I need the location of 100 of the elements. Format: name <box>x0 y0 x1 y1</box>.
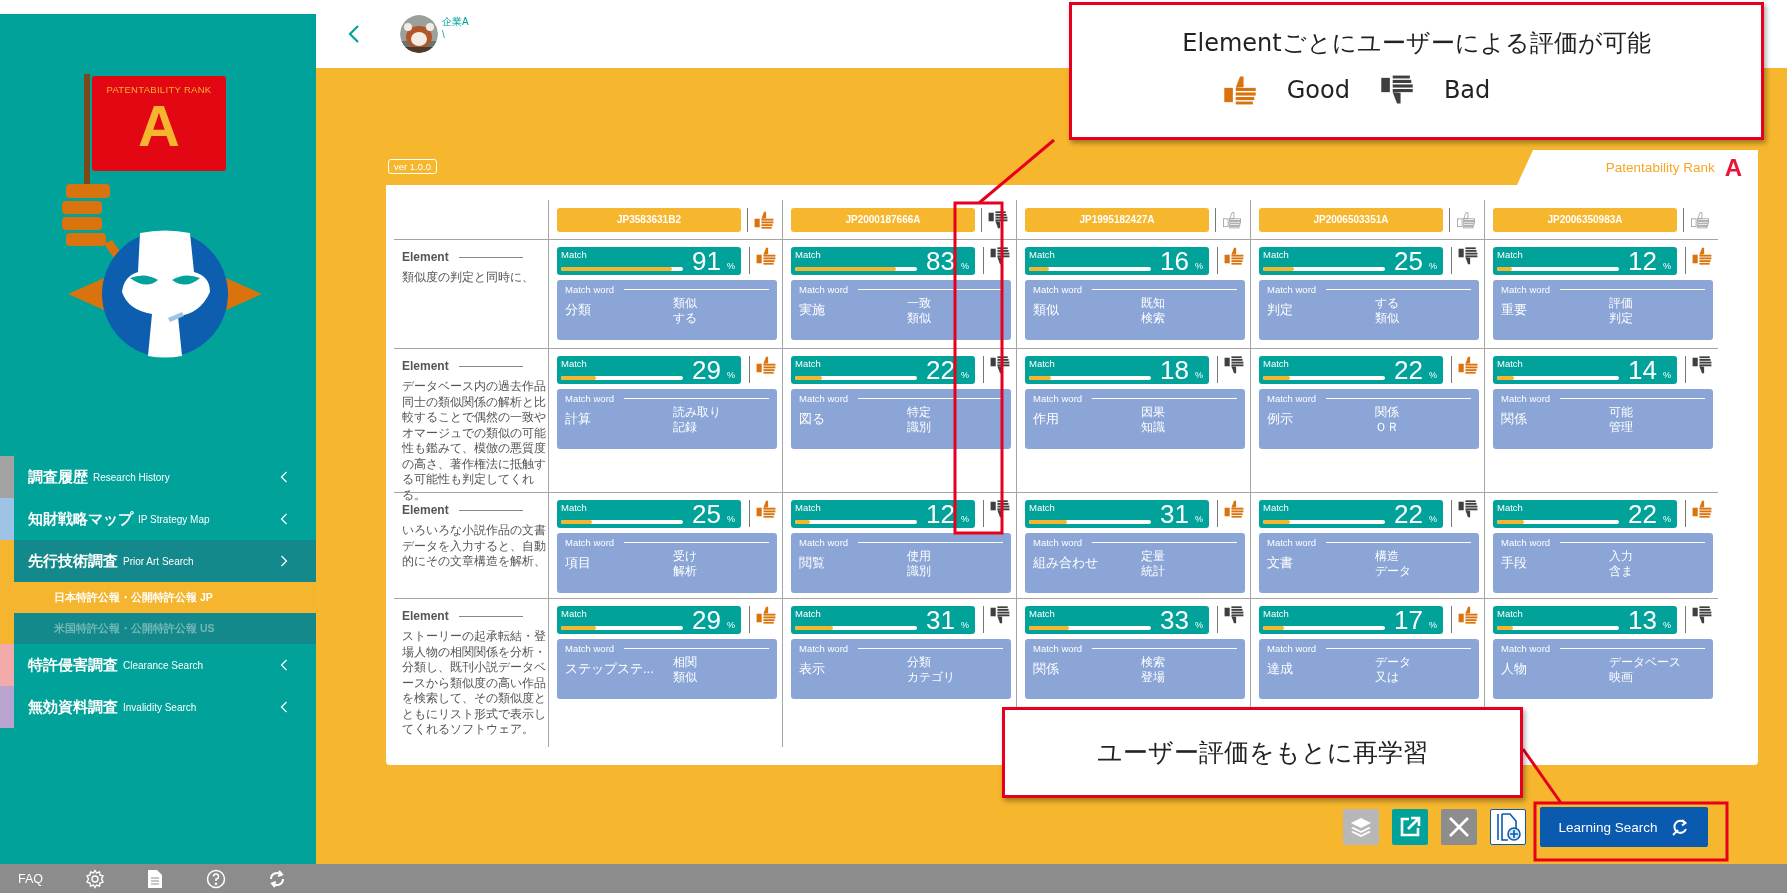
category-strip <box>0 613 14 644</box>
match-label: Match <box>1029 608 1056 619</box>
submenu-item[interactable]: 米国特許公報・公開特許公報 US <box>14 613 316 644</box>
thumbs-down-icon[interactable] <box>1458 247 1478 265</box>
match-value: 16 <box>1160 249 1189 271</box>
match-value: 13 <box>1628 608 1657 630</box>
thumbs-up-icon[interactable] <box>756 500 776 518</box>
main-word: 表示 <box>799 660 826 678</box>
thumbs-down-icon[interactable] <box>1224 606 1244 624</box>
match-word-label: Match word <box>1501 393 1551 404</box>
faq-link[interactable]: FAQ <box>18 871 43 886</box>
learning-search-button[interactable]: Learning Search <box>1540 807 1708 847</box>
match-label: Match <box>1497 358 1524 369</box>
thumbs-up-icon[interactable] <box>1456 210 1476 229</box>
external-link-icon <box>1398 815 1422 839</box>
match-word-label: Match word <box>1501 537 1551 548</box>
menu-sublabel: Prior Art Search <box>123 555 194 567</box>
sidebar-item[interactable]: 先行技術調査 Prior Art Search <box>14 540 316 582</box>
thumbs-down-icon[interactable] <box>1692 356 1712 374</box>
help-icon[interactable] <box>205 868 226 889</box>
callout-text: ユーザー評価をもとに再学習 <box>1097 737 1428 769</box>
main-word: 例示 <box>1267 410 1294 428</box>
menu-label: 知財戦略マップ <box>28 509 133 529</box>
thumbs-down-icon[interactable] <box>1224 356 1244 374</box>
match-label: Match <box>561 358 588 369</box>
thumbs-up-icon[interactable] <box>756 247 776 265</box>
percent-sign: % <box>961 514 969 524</box>
close-button[interactable] <box>1441 809 1477 845</box>
thumbs-down-icon[interactable] <box>990 247 1010 265</box>
thumbs-down-icon[interactable] <box>988 210 1008 229</box>
thumbs-down-icon[interactable] <box>990 356 1010 374</box>
related-word: 識別 <box>907 420 931 434</box>
main-word: 項目 <box>565 554 592 572</box>
sidebar-item[interactable]: 無効資料調査 Invalidity Search <box>14 686 316 728</box>
rank-label: Patentability Rank <box>1605 160 1715 175</box>
settings-icon[interactable] <box>85 868 106 889</box>
related-word: 一致 <box>907 296 931 310</box>
percent-sign: % <box>727 620 735 630</box>
thumbs-down-icon[interactable] <box>990 606 1010 624</box>
rank-letter: A <box>138 95 180 157</box>
thumbs-down-icon[interactable] <box>1458 500 1478 518</box>
related-word: 分類 <box>907 655 932 669</box>
thumbs-up-icon[interactable] <box>1692 500 1712 518</box>
related-word: ＯＲ <box>1375 420 1399 434</box>
match-label: Match <box>561 249 588 260</box>
element-label: Element <box>402 503 449 517</box>
patent-number[interactable]: JP2006350983A <box>1493 207 1677 232</box>
thumbs-up-icon[interactable] <box>1690 210 1710 229</box>
export-button[interactable] <box>1392 809 1428 845</box>
thumbs-up-icon[interactable] <box>1224 247 1244 265</box>
submenu-item[interactable]: 日本特許公報・公開特許公報 JP <box>14 582 316 613</box>
thumbs-up-icon[interactable] <box>756 606 776 624</box>
company-name: 企業A <box>442 14 469 29</box>
add-document-button[interactable] <box>1490 809 1526 845</box>
related-word: 読み取り <box>673 405 721 419</box>
main-word: 作用 <box>1033 410 1060 428</box>
match-word-label: Match word <box>565 643 615 654</box>
related-word: 類似 <box>907 311 931 325</box>
company-subtitle: \ <box>442 28 446 40</box>
back-icon[interactable] <box>348 24 360 44</box>
patent-number[interactable]: JP2000187666A <box>791 207 975 232</box>
refresh-icon[interactable] <box>267 868 286 889</box>
document-icon[interactable] <box>147 868 164 889</box>
sidebar-item[interactable]: 知財戦略マップ IP Strategy Map <box>14 498 316 540</box>
related-word: 検索 <box>1141 311 1165 325</box>
thumbs-up-icon[interactable] <box>1458 356 1478 374</box>
match-word-label: Match word <box>1033 284 1083 295</box>
match-value: 29 <box>692 358 721 380</box>
thumbs-up-icon[interactable] <box>1692 247 1712 265</box>
percent-sign: % <box>1429 370 1437 380</box>
related-word: 構造 <box>1375 549 1400 563</box>
sidebar-item[interactable]: 調査履歴 Research History <box>14 456 316 498</box>
match-value: 18 <box>1160 358 1189 380</box>
sidebar-item[interactable]: 特許侵害調査 Clearance Search <box>14 644 316 686</box>
percent-sign: % <box>727 514 735 524</box>
match-label: Match <box>795 249 822 260</box>
main-word: 手段 <box>1501 554 1528 572</box>
thumbs-down-icon[interactable] <box>990 500 1010 518</box>
document-add-icon <box>1494 812 1522 842</box>
layers-button[interactable] <box>1343 809 1379 845</box>
patent-number[interactable]: JP3583631B2 <box>557 207 741 232</box>
match-word-label: Match word <box>1501 643 1551 654</box>
match-value: 22 <box>926 358 955 380</box>
thumbs-down-icon[interactable] <box>1692 606 1712 624</box>
percent-sign: % <box>1195 261 1203 271</box>
thumbs-up-icon[interactable] <box>1458 606 1478 624</box>
element-label: Element <box>402 609 449 623</box>
match-word-label: Match word <box>1033 537 1083 548</box>
related-word: 類似 <box>1375 311 1399 325</box>
patent-number[interactable]: JP2006503351A <box>1259 207 1443 232</box>
thumbs-up-icon[interactable] <box>754 210 774 229</box>
thumbs-up-icon[interactable] <box>756 356 776 374</box>
patent-number[interactable]: JP1995182427A <box>1025 207 1209 232</box>
thumbs-up-icon[interactable] <box>1224 500 1244 518</box>
thumbs-down-icon[interactable] <box>1379 75 1414 105</box>
thumbs-up-icon[interactable] <box>1222 210 1242 229</box>
related-word: データ <box>1375 655 1411 669</box>
related-word: カテゴリ <box>907 670 955 684</box>
menu-label: 無効資料調査 <box>28 697 118 717</box>
thumbs-up-icon[interactable] <box>1222 75 1257 105</box>
